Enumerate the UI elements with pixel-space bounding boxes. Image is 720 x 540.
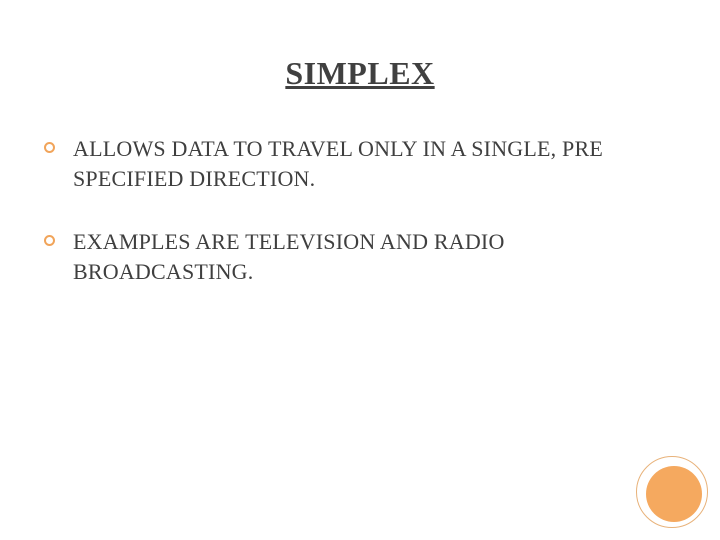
bullet-text: ALLOWS DATA TO TRAVEL ONLY IN A SINGLE, …: [73, 134, 680, 193]
ring-icon: [636, 456, 708, 528]
slide: SIMPLEX ALLOWS DATA TO TRAVEL ONLY IN A …: [0, 0, 720, 540]
corner-decoration: [640, 460, 702, 522]
list-item: EXAMPLES ARE TELEVISION AND RADIO BROADC…: [44, 227, 680, 286]
circle-icon: [646, 466, 702, 522]
page-title: SIMPLEX: [40, 55, 680, 92]
bullet-ring-icon: [44, 142, 55, 153]
bullet-ring-icon: [44, 235, 55, 246]
list-item: ALLOWS DATA TO TRAVEL ONLY IN A SINGLE, …: [44, 134, 680, 193]
bullet-list: ALLOWS DATA TO TRAVEL ONLY IN A SINGLE, …: [40, 134, 680, 287]
bullet-text: EXAMPLES ARE TELEVISION AND RADIO BROADC…: [73, 227, 680, 286]
